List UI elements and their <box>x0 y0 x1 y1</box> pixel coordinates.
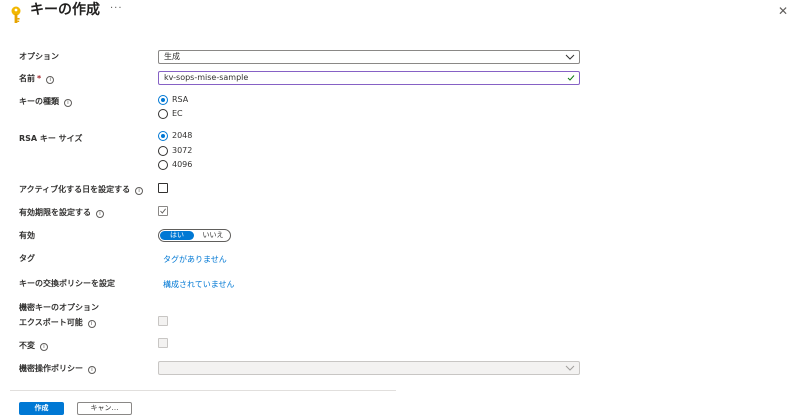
policy-label: 機密操作ポリシー i <box>19 364 96 374</box>
option-select[interactable]: 生成 <box>158 50 580 64</box>
expiration-label: 有効期限を設定する i <box>19 208 104 218</box>
close-icon[interactable]: ✕ <box>776 4 790 18</box>
immutable-label: 不変 i <box>19 341 48 351</box>
exportable-label: エクスポート可能 i <box>19 318 96 328</box>
name-label-text: 名前 <box>19 74 35 83</box>
radio-selected <box>158 131 168 141</box>
create-button[interactable]: 作成 <box>19 402 64 415</box>
key-type-label: キーの種類 i <box>19 97 72 107</box>
info-icon[interactable]: i <box>96 210 104 218</box>
immutable-checkbox[interactable] <box>158 338 168 348</box>
info-icon[interactable]: i <box>64 99 72 107</box>
toggle-no-option[interactable]: いいえ <box>197 231 229 240</box>
key-type-label-text: キーの種類 <box>19 97 59 106</box>
policy-label-text: 機密操作ポリシー <box>19 364 83 373</box>
activation-checkbox[interactable] <box>158 183 168 193</box>
tags-label: タグ <box>19 254 35 263</box>
info-icon[interactable]: i <box>87 320 96 328</box>
expiration-label-text: 有効期限を設定する <box>19 208 91 217</box>
info-icon[interactable]: i <box>40 343 48 351</box>
enabled-toggle[interactable]: はい いいえ <box>158 229 231 242</box>
radio-label: EC <box>172 109 183 118</box>
radio-label: 2048 <box>172 131 193 140</box>
rotation-link[interactable]: 構成されていません <box>163 280 235 290</box>
toggle-yes-option[interactable]: はい <box>160 231 194 240</box>
exportable-checkbox[interactable] <box>158 316 168 326</box>
info-icon[interactable]: i <box>46 76 55 84</box>
key-icon <box>11 6 21 23</box>
activation-label-text: アクティブ化する日を設定する <box>19 185 131 194</box>
name-label: 名前 * i <box>19 74 55 84</box>
radio-selected <box>158 95 168 105</box>
tags-link[interactable]: タグがありません <box>163 255 227 265</box>
radio-label: 3072 <box>172 146 193 155</box>
option-select-value: 生成 <box>164 52 180 61</box>
immutable-label-text: 不変 <box>19 341 35 350</box>
enabled-label: 有効 <box>19 231 35 240</box>
valid-check-icon <box>567 75 575 81</box>
radio-unselected <box>158 160 168 170</box>
rotation-label: キーの交換ポリシーを設定 <box>19 279 115 288</box>
confidential-section-label: 機密キーのオプション <box>19 303 99 312</box>
name-input[interactable]: kv-sops-mise-sample <box>158 71 580 85</box>
chevron-down-icon <box>565 365 575 371</box>
policy-select[interactable] <box>158 361 580 375</box>
expiration-checkbox[interactable] <box>158 206 168 216</box>
checkmark-icon <box>160 208 166 214</box>
radio-unselected <box>158 109 168 119</box>
radio-unselected <box>158 146 168 156</box>
footer-divider <box>10 390 396 391</box>
page-title: キーの作成 <box>30 2 100 18</box>
exportable-label-text: エクスポート可能 <box>19 318 83 327</box>
radio-label: RSA <box>172 95 189 104</box>
required-mark: * <box>37 74 42 83</box>
activation-label: アクティブ化する日を設定する i <box>19 185 144 195</box>
more-options-button[interactable]: ··· <box>110 3 123 15</box>
cancel-button[interactable]: キャン… <box>77 402 132 415</box>
info-icon[interactable]: i <box>135 187 144 195</box>
name-input-value: kv-sops-mise-sample <box>164 73 249 82</box>
rsa-size-label: RSA キー サイズ <box>19 134 83 143</box>
chevron-down-icon <box>565 54 575 60</box>
radio-label: 4096 <box>172 160 193 169</box>
info-icon[interactable]: i <box>88 366 96 374</box>
option-label: オプション <box>19 52 59 61</box>
